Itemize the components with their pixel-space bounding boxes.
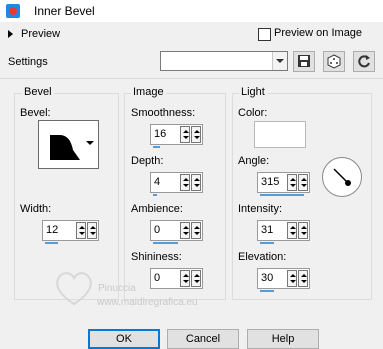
ambience-slider[interactable] <box>153 242 178 244</box>
smoothness-slider-button[interactable] <box>191 126 201 143</box>
smoothness-slider[interactable] <box>153 146 160 148</box>
angle-needle-icon <box>333 168 351 186</box>
preview-on-image-label: Preview on Image <box>274 27 363 39</box>
width-label: Width: <box>20 203 52 215</box>
watermark-line1: Pinuccia <box>98 283 136 294</box>
ambience-spin-up-down[interactable] <box>180 222 190 239</box>
shininess-spin-up-down[interactable] <box>180 270 190 287</box>
app-icon <box>6 4 20 18</box>
smoothness-value: 16 <box>154 128 167 140</box>
ambience-value: 0 <box>154 224 161 236</box>
depth-spin-up-down[interactable] <box>180 174 190 191</box>
angle-spinner[interactable]: 315 <box>257 172 310 196</box>
settings-dropdown-button[interactable] <box>272 52 287 70</box>
dice-icon <box>327 54 341 69</box>
smoothness-spin-up-down[interactable] <box>180 126 190 143</box>
angle-label: Angle: <box>238 155 270 167</box>
angle-dial[interactable] <box>322 157 362 197</box>
ambience-label: Ambience: <box>131 203 183 215</box>
depth-spinner[interactable]: 4 <box>150 172 203 196</box>
help-button[interactable]: Help <box>247 329 319 349</box>
chevron-down-icon[interactable] <box>86 141 94 145</box>
intensity-value: 31 <box>261 224 274 236</box>
settings-label: Settings <box>8 56 48 68</box>
smoothness-spinner[interactable]: 16 <box>150 124 203 148</box>
elevation-slider[interactable] <box>260 290 274 292</box>
shininess-slider-button[interactable] <box>191 270 201 287</box>
light-group-title: Light <box>239 86 267 98</box>
reset-button[interactable] <box>353 51 375 72</box>
intensity-slider[interactable] <box>260 242 274 244</box>
depth-slider-button[interactable] <box>191 174 201 191</box>
depth-value: 4 <box>154 176 161 188</box>
color-label: Color: <box>238 107 268 119</box>
depth-label: Depth: <box>131 155 164 167</box>
intensity-spinner[interactable]: 31 <box>257 220 310 244</box>
angle-slider[interactable] <box>260 194 304 196</box>
cancel-button[interactable]: Cancel <box>167 329 239 349</box>
width-slider-button[interactable] <box>87 222 97 239</box>
bevel-shape-icon <box>50 135 80 160</box>
width-slider[interactable] <box>45 242 58 244</box>
ok-button[interactable]: OK <box>88 329 160 349</box>
chevron-right-icon <box>8 30 13 39</box>
elevation-spinner[interactable]: 30 <box>257 268 310 292</box>
shininess-spinner[interactable]: 0 <box>150 268 203 289</box>
settings-combo[interactable] <box>160 51 288 71</box>
elevation-value: 30 <box>261 272 274 284</box>
width-value: 12 <box>46 224 59 236</box>
divider <box>0 78 383 79</box>
smoothness-label: Smoothness: <box>131 107 196 119</box>
ambience-spinner[interactable]: 0 <box>150 220 203 244</box>
bevel-label: Bevel: <box>20 107 51 119</box>
bevel-group-title: Bevel <box>22 86 54 98</box>
image-group-title: Image <box>131 86 166 98</box>
preview-label: Preview <box>21 28 61 40</box>
ambience-slider-button[interactable] <box>191 222 201 239</box>
angle-value: 315 <box>261 176 280 188</box>
width-spinner[interactable]: 12 <box>42 220 99 244</box>
depth-slider[interactable] <box>153 194 157 196</box>
preview-toggle[interactable]: Preview <box>8 28 60 40</box>
intensity-slider-button[interactable] <box>298 222 308 239</box>
shininess-value: 0 <box>154 272 161 284</box>
elevation-spin-up-down[interactable] <box>287 270 297 287</box>
angle-slider-button[interactable] <box>298 174 308 191</box>
width-spin-up-down[interactable] <box>76 222 86 239</box>
save-icon <box>298 55 310 67</box>
randomize-button[interactable] <box>323 51 345 72</box>
reset-icon <box>358 55 370 68</box>
elevation-slider-button[interactable] <box>298 270 308 287</box>
save-preset-button[interactable] <box>293 51 315 72</box>
intensity-spin-up-down[interactable] <box>287 222 297 239</box>
light-color-swatch[interactable] <box>254 121 306 148</box>
window-title: Inner Bevel <box>34 4 95 18</box>
watermark-line2: www.maidiregrafica.eu <box>97 297 198 308</box>
angle-spin-up-down[interactable] <box>287 174 297 191</box>
elevation-label: Elevation: <box>238 251 287 263</box>
watermark-heart-icon <box>56 272 92 306</box>
shininess-label: Shininess: <box>131 251 182 263</box>
intensity-label: Intensity: <box>238 203 283 215</box>
preview-on-image-checkbox[interactable] <box>258 28 271 41</box>
